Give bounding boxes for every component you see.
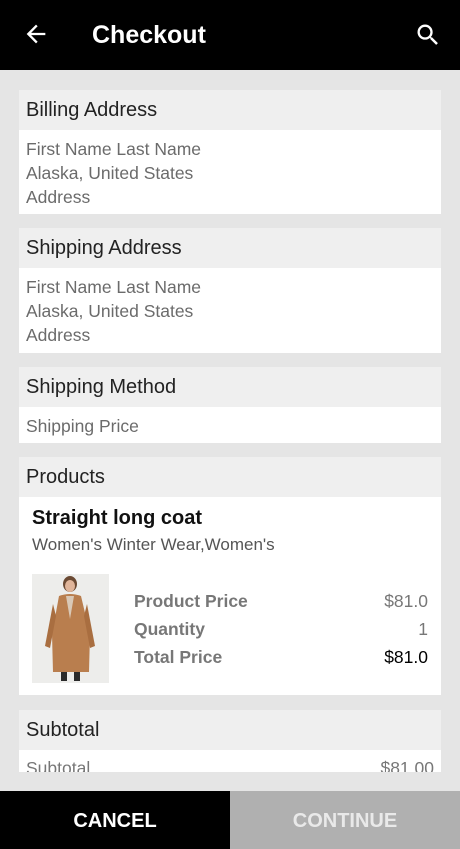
products-title: Products xyxy=(19,457,441,497)
shipping-price-label: Shipping Price xyxy=(26,416,139,436)
shipping-address-title: Shipping Address xyxy=(19,228,441,268)
search-icon[interactable] xyxy=(414,21,442,49)
subtotal-title: Subtotal xyxy=(19,710,441,750)
subtotal-label: Subtotal xyxy=(26,758,91,772)
billing-address-title: Billing Address xyxy=(19,90,441,130)
app-bar: Checkout xyxy=(0,0,460,70)
page-title: Checkout xyxy=(92,21,206,49)
checkout-content[interactable]: Billing Address First Name Last Name Ala… xyxy=(0,70,460,772)
billing-address-card[interactable]: Billing Address First Name Last Name Ala… xyxy=(19,90,441,214)
continue-button[interactable]: CONTINUE xyxy=(230,791,460,849)
subtotal-card: Subtotal Subtotal $81.00 xyxy=(19,710,441,772)
arrow-left-icon[interactable] xyxy=(22,20,50,48)
product-price-row: Product Price $81.0 xyxy=(134,589,428,613)
subtotal-value: $81.00 xyxy=(380,758,434,772)
billing-address: Address xyxy=(26,187,91,207)
cancel-button[interactable]: CANCEL xyxy=(0,791,230,849)
products-card: Products Straight long coat Women's Wint… xyxy=(19,457,441,695)
billing-region: Alaska, United States xyxy=(26,163,194,183)
quantity-value: 1 xyxy=(418,619,428,639)
total-price-value: $81.0 xyxy=(384,647,428,667)
quantity-label: Quantity xyxy=(134,619,205,639)
shipping-address: Address xyxy=(26,325,91,345)
billing-name: First Name Last Name xyxy=(26,139,202,159)
shipping-region: Alaska, United States xyxy=(26,301,194,321)
shipping-address-card[interactable]: Shipping Address First Name Last Name Al… xyxy=(19,228,441,353)
shipping-method-title: Shipping Method xyxy=(19,367,441,407)
shipping-method-card[interactable]: Shipping Method Shipping Price xyxy=(19,367,441,443)
bottom-action-bar: CANCEL CONTINUE xyxy=(0,791,460,849)
total-price-label: Total Price xyxy=(134,647,223,667)
quantity-row: Quantity 1 xyxy=(134,617,428,641)
total-price-row: Total Price $81.0 xyxy=(134,645,428,669)
product-price-label: Product Price xyxy=(134,591,248,611)
product-price-value: $81.0 xyxy=(384,591,428,611)
product-image[interactable] xyxy=(32,574,109,683)
subtotal-row: Subtotal $81.00 xyxy=(26,758,434,772)
product-category: Women's Winter Wear,Women's xyxy=(32,535,275,554)
product-name: Straight long coat xyxy=(32,507,202,529)
shipping-name: First Name Last Name xyxy=(26,277,202,297)
